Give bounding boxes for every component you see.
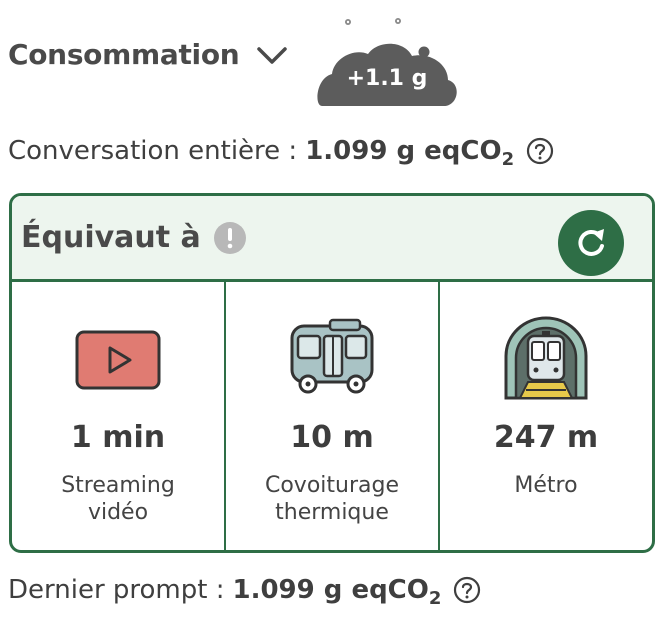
streaming-value: 1 min (70, 420, 166, 455)
conversation-total: Conversation entière : 1.099 g eqCO2 (8, 136, 554, 170)
last-prompt-value: 1.099 g eqCO2 (232, 575, 441, 609)
equivalence-title-row: Équivaut à (21, 220, 247, 255)
refresh-button[interactable] (558, 210, 624, 276)
equivalence-card-header: Équivaut à (12, 196, 652, 282)
equivalence-item-carpool: 10 m Covoiturage thermique (224, 282, 438, 550)
chevron-down-icon[interactable] (255, 43, 289, 67)
consumption-title: Consommation (8, 38, 240, 71)
consumption-header[interactable]: Consommation (8, 38, 289, 71)
emission-cloud: +1.1 g (312, 14, 462, 114)
co2-subscript: 2 (501, 149, 515, 170)
bus-icon (290, 318, 374, 394)
equivalence-card: Équivaut à 1 min Streaming vidéo 10 m Co… (9, 193, 655, 553)
equivalence-item-streaming: 1 min Streaming vidéo (12, 282, 224, 550)
carpool-value: 10 m (290, 420, 374, 455)
equivalence-item-metro: 247 m Métro (438, 282, 652, 550)
equivalence-list: 1 min Streaming vidéo 10 m Covoiturage t… (12, 282, 652, 550)
co2-subscript: 2 (428, 588, 442, 609)
emission-badge: +1.1 g (346, 66, 428, 91)
equivalence-title: Équivaut à (21, 220, 201, 255)
question-circle-icon[interactable] (453, 576, 481, 604)
conversation-total-label: Conversation entière : (8, 136, 298, 166)
video-play-icon (75, 330, 161, 390)
conversation-total-value: 1.099 g eqCO2 (305, 136, 514, 170)
carpool-label: Covoiturage thermique (264, 473, 399, 525)
refresh-icon (578, 229, 604, 256)
last-prompt-amount: 1.099 g eqCO (232, 575, 429, 605)
question-circle-icon[interactable] (526, 137, 554, 165)
last-prompt-total: Dernier prompt : 1.099 g eqCO2 (8, 575, 481, 609)
conversation-total-amount: 1.099 g eqCO (305, 136, 502, 166)
last-prompt-label: Dernier prompt : (8, 575, 225, 605)
metro-icon (504, 316, 588, 400)
streaming-label: Streaming vidéo (61, 473, 175, 525)
metro-value: 247 m (493, 420, 599, 455)
metro-label: Métro (514, 473, 578, 498)
exclamation-circle-icon[interactable] (213, 221, 247, 255)
cloud-icon (317, 18, 457, 106)
